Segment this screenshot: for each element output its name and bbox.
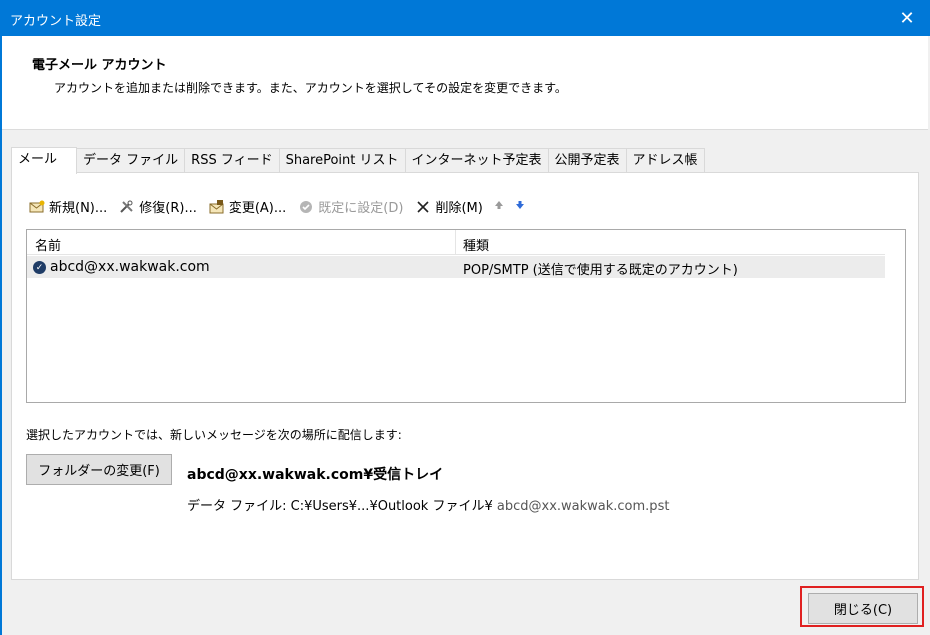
mail-tab-panel: 新規(N)... 修復(R)... 変更(A)... 既定に設定(D) 削除(M… (11, 172, 919, 580)
delete-x-icon (414, 199, 432, 215)
tab-strip: メール データ ファイル RSS フィード SharePoint リスト インタ… (11, 147, 705, 174)
column-divider[interactable] (455, 230, 456, 254)
arrow-down-icon (515, 200, 525, 213)
column-header-name[interactable]: 名前 (35, 235, 61, 254)
delivery-folder-path: abcd@xx.wakwak.com¥受信トレイ (187, 467, 444, 483)
tab-sharepoint-lists[interactable]: SharePoint リスト (278, 148, 406, 173)
title-bar: アカウント設定 ✕ (0, 0, 930, 36)
change-envelope-icon (208, 199, 226, 215)
set-default-label: 既定に設定(D) (318, 201, 404, 216)
account-toolbar: 新規(N)... 修復(R)... 変更(A)... 既定に設定(D) 削除(M… (28, 197, 536, 216)
header-description: アカウントを追加または削除できます。また、アカウントを選択してその設定を変更でき… (54, 81, 567, 95)
tab-rss-feeds[interactable]: RSS フィード (184, 148, 280, 173)
tab-mail[interactable]: メール (11, 147, 78, 174)
header-section: 電子メール アカウント アカウントを追加または削除できます。また、アカウントを選… (2, 36, 928, 130)
delete-label: 削除(M) (435, 201, 483, 216)
new-envelope-icon (28, 199, 46, 215)
tab-address-books[interactable]: アドレス帳 (625, 148, 705, 173)
account-type: POP/SMTP (送信で使用する既定のアカウント) (463, 263, 738, 278)
tab-published-calendars[interactable]: 公開予定表 (547, 148, 627, 173)
move-down-button[interactable] (515, 200, 525, 213)
check-circle-icon (297, 199, 315, 215)
new-account-button[interactable]: 新規(N)... (28, 197, 107, 216)
move-up-button[interactable] (494, 200, 504, 213)
repair-button[interactable]: 修復(R)... (118, 197, 197, 216)
delivery-label: 選択したアカウントでは、新しいメッセージを次の場所に配信します: (26, 428, 402, 442)
arrow-up-icon (494, 200, 504, 213)
account-row[interactable]: ✓ abcd@xx.wakwak.com POP/SMTP (送信で使用する既定… (27, 256, 885, 278)
data-file-path: データ ファイル: C:¥Users¥...¥Outlook ファイル¥ abc… (187, 495, 669, 514)
column-header-type[interactable]: 種類 (463, 235, 489, 254)
header-title: 電子メール アカウント (32, 58, 167, 73)
new-account-label: 新規(N)... (49, 201, 108, 216)
close-button[interactable]: 閉じる(C) (808, 593, 918, 624)
account-name: abcd@xx.wakwak.com (50, 259, 210, 275)
tools-icon (118, 199, 136, 215)
tab-data-files[interactable]: データ ファイル (76, 148, 186, 173)
list-header: 名前 種類 (27, 230, 885, 255)
data-file-name: abcd@xx.wakwak.com.pst (496, 499, 670, 514)
delete-button[interactable]: 削除(M) (414, 197, 483, 216)
repair-label: 修復(R)... (139, 201, 197, 216)
account-list: 名前 種類 ✓ abcd@xx.wakwak.com POP/SMTP (送信で… (26, 229, 906, 403)
default-account-check-icon: ✓ (33, 261, 46, 274)
change-button[interactable]: 変更(A)... (208, 197, 286, 216)
tab-internet-calendars[interactable]: インターネット予定表 (404, 148, 549, 173)
set-default-button[interactable]: 既定に設定(D) (297, 197, 403, 216)
data-file-prefix: データ ファイル: C:¥Users¥...¥Outlook ファイル¥ (187, 499, 493, 514)
window-title: アカウント設定 (10, 14, 102, 29)
change-folder-button[interactable]: フォルダーの変更(F) (26, 454, 172, 485)
close-icon[interactable]: ✕ (884, 0, 930, 36)
change-label: 変更(A)... (228, 201, 287, 216)
